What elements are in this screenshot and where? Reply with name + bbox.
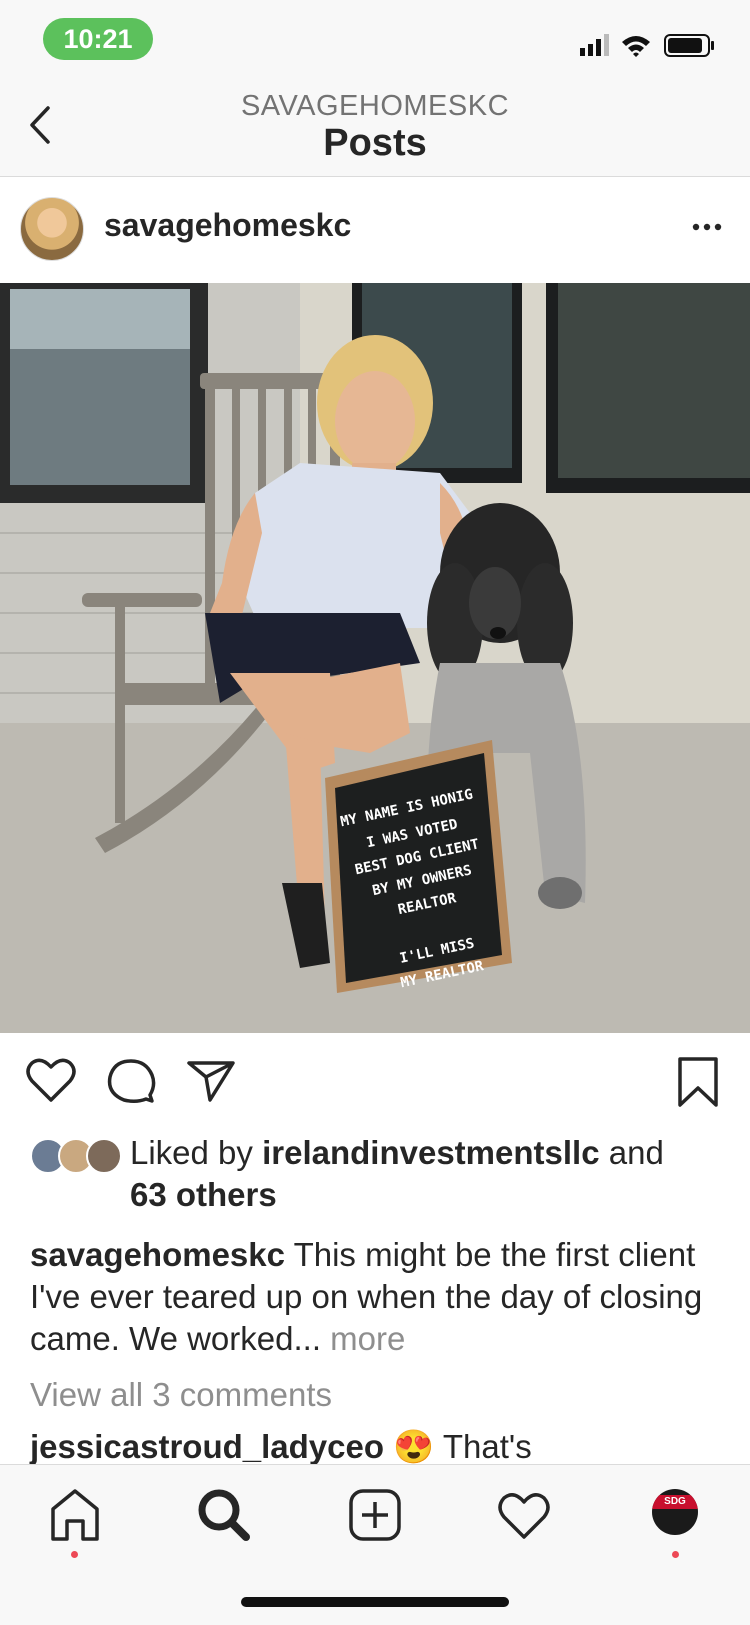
- signal-bar-1: [580, 48, 585, 56]
- page-title: Posts: [323, 122, 427, 164]
- likes-row: Liked by irelandinvestmentsllc and 63 ot…: [30, 1132, 730, 1216]
- comment-icon[interactable]: [106, 1057, 156, 1105]
- likes-text[interactable]: Liked by irelandinvestmentsllc and 63 ot…: [130, 1132, 730, 1216]
- tab-bar: SDG: [0, 1464, 750, 1625]
- activity-icon[interactable]: [494, 1485, 554, 1545]
- profile-tab-avatar[interactable]: SDG: [652, 1489, 698, 1535]
- post-username[interactable]: savagehomeskc: [104, 207, 351, 244]
- liker-avatar-3[interactable]: [86, 1138, 122, 1174]
- comment-row: jessicastroud_ladyceo 😍 That's: [30, 1428, 532, 1467]
- caption-username[interactable]: savagehomeskc: [30, 1236, 285, 1273]
- avatar[interactable]: [20, 197, 84, 261]
- caption-more-link[interactable]: more: [330, 1320, 405, 1357]
- wifi-icon: [622, 36, 650, 57]
- comment-username[interactable]: jessicastroud_ladyceo: [30, 1428, 384, 1465]
- signal-bar-3: [596, 39, 601, 56]
- heart-icon[interactable]: [26, 1057, 76, 1103]
- profile-badge-text: SDG: [652, 1495, 698, 1509]
- add-icon[interactable]: [345, 1485, 405, 1545]
- view-all-comments-link[interactable]: View all 3 comments: [30, 1376, 332, 1414]
- caption: savagehomeskc This might be the first cl…: [30, 1234, 730, 1360]
- more-icon[interactable]: [692, 223, 722, 231]
- post-header: savagehomeskc: [0, 177, 750, 283]
- signal-bar-4: [604, 34, 609, 56]
- home-notification-dot: [71, 1551, 78, 1558]
- photo-illustration: MY NAME IS HONIG I WAS VOTED BEST DOG CL…: [0, 283, 750, 1033]
- status-icons: [580, 34, 714, 57]
- nav-header: SAVAGEHOMESKC Posts: [0, 80, 750, 177]
- likes-others[interactable]: 63 others: [130, 1176, 277, 1213]
- likes-and: and: [608, 1134, 664, 1171]
- profile-notification-dot: [672, 1551, 679, 1558]
- share-icon[interactable]: [186, 1057, 236, 1103]
- signal-bar-2: [588, 44, 593, 56]
- search-icon[interactable]: [194, 1485, 254, 1545]
- home-icon[interactable]: [45, 1485, 105, 1545]
- status-bar: 10:21: [0, 0, 750, 80]
- post-photo[interactable]: MY NAME IS HONIG I WAS VOTED BEST DOG CL…: [0, 283, 750, 1033]
- likes-prefix: Liked by: [130, 1134, 253, 1171]
- home-indicator: [241, 1597, 509, 1607]
- header-subtitle: SAVAGEHOMESKC: [240, 90, 510, 122]
- post-actions: [0, 1033, 750, 1133]
- bookmark-icon[interactable]: [676, 1055, 720, 1109]
- comment-text: That's: [442, 1428, 532, 1465]
- status-time[interactable]: 10:21: [43, 18, 153, 60]
- likes-user[interactable]: irelandinvestmentsllc: [262, 1134, 599, 1171]
- comment-emoji: 😍: [393, 1428, 435, 1465]
